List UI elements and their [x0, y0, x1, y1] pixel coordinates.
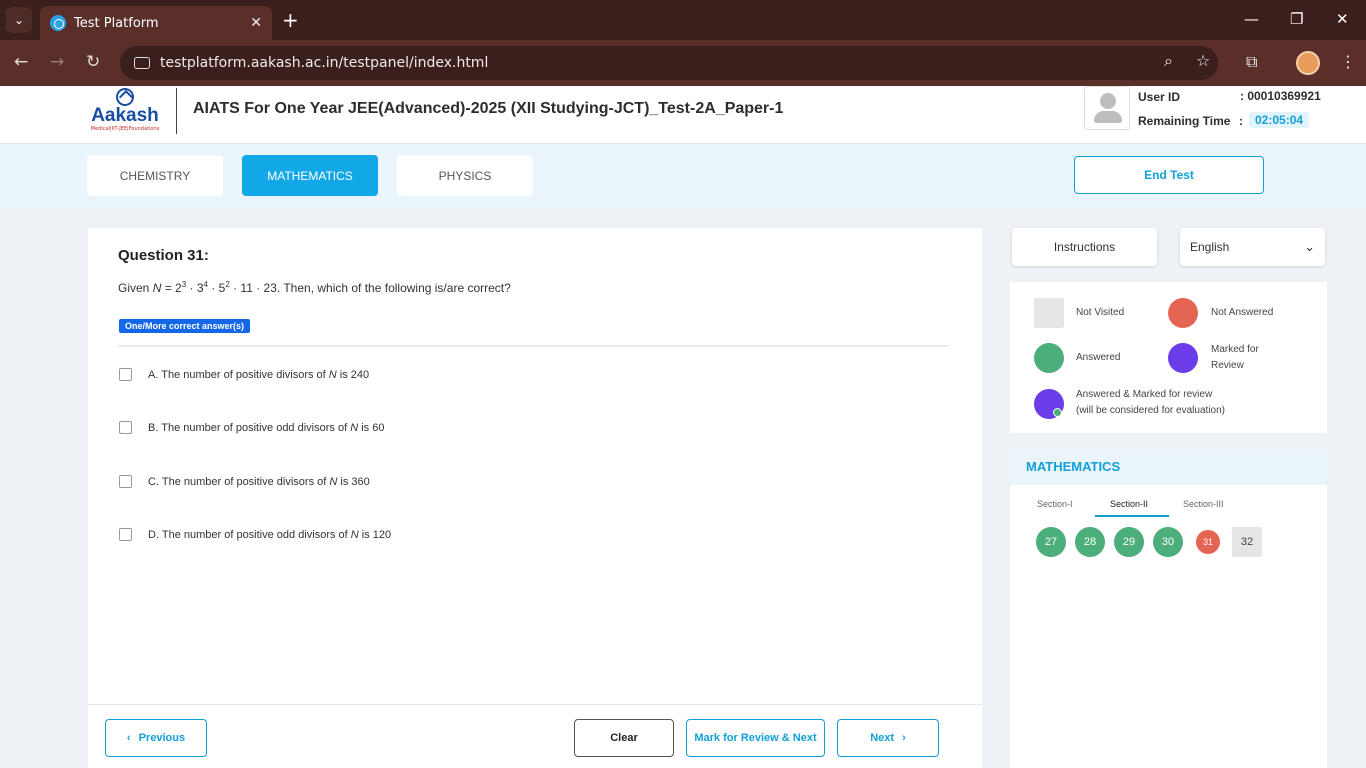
site-info-icon[interactable]: [134, 57, 150, 69]
question-button-31[interactable]: 31: [1196, 530, 1220, 554]
language-value: English: [1190, 240, 1230, 254]
active-section-underline: [1095, 515, 1169, 517]
question-divider: [118, 345, 949, 347]
menu-kebab-icon[interactable]: ⋮: [1340, 52, 1356, 71]
subject-tab-physics[interactable]: PHYSICS: [397, 155, 533, 196]
subject-tab-mathematics[interactable]: MATHEMATICS: [242, 155, 378, 196]
next-label: Next: [870, 732, 895, 744]
bookmark-star-icon[interactable]: ☆: [1196, 51, 1210, 70]
profile-avatar-icon[interactable]: [1296, 51, 1320, 75]
next-button[interactable]: Next ›: [837, 719, 939, 757]
logo-subtext: Medical|IIT-JEE|Foundations: [90, 126, 160, 132]
legend-marked-review: Marked for Review: [1211, 344, 1259, 371]
legend-not-answered: Not Answered: [1211, 307, 1274, 318]
new-tab-button[interactable]: +: [282, 8, 299, 32]
aakash-logo: Aakash Medical|IIT-JEE|Foundations: [86, 88, 164, 138]
remaining-time-colon: :: [1239, 114, 1243, 128]
question-panel: Question 31: Given N = 23 · 34 · 52 · 11…: [88, 228, 982, 704]
option-d-checkbox[interactable]: [119, 528, 132, 541]
option-b[interactable]: B. The number of positive odd divisors o…: [119, 421, 384, 434]
option-c-checkbox[interactable]: [119, 475, 132, 488]
restore-icon[interactable]: ❐: [1290, 10, 1303, 28]
question-button-32[interactable]: 32: [1232, 527, 1262, 557]
question-button-27[interactable]: 27: [1036, 527, 1066, 557]
section-tab-3[interactable]: Section-III: [1183, 499, 1224, 509]
section-tab-1[interactable]: Section-I: [1037, 499, 1073, 509]
back-icon[interactable]: ←: [14, 52, 28, 72]
logo-text: Aakash: [91, 105, 159, 126]
option-d[interactable]: D. The number of positive odd divisors o…: [119, 528, 391, 541]
section-tab-2[interactable]: Section-II: [1110, 499, 1148, 509]
reload-icon[interactable]: ↻: [86, 52, 100, 72]
extensions-icon[interactable]: ⧉: [1246, 52, 1257, 72]
mark-review-next-button[interactable]: Mark for Review & Next: [686, 719, 825, 757]
answered-icon: [1034, 343, 1064, 373]
remaining-time-label: Remaining Time: [1138, 114, 1231, 128]
chevron-left-icon: ‹: [126, 732, 131, 744]
not-answered-icon: [1168, 298, 1198, 328]
browser-toolbar: ← → ↻ testplatform.aakash.ac.in/testpane…: [0, 40, 1366, 86]
address-bar[interactable]: testplatform.aakash.ac.in/testpanel/inde…: [120, 46, 1218, 80]
logo-mark-icon: [116, 88, 134, 106]
option-a[interactable]: A. The number of positive divisors of N …: [119, 368, 369, 381]
not-visited-icon: [1034, 298, 1064, 328]
minimize-icon[interactable]: —: [1244, 10, 1259, 28]
page-header: Aakash Medical|IIT-JEE|Foundations AIATS…: [0, 86, 1366, 144]
palette-title: MATHEMATICS: [1010, 449, 1327, 485]
language-select[interactable]: English ⌄: [1180, 228, 1325, 266]
question-number: Question 31:: [118, 247, 209, 264]
tab-search-button[interactable]: ⌄: [6, 7, 32, 33]
subject-band: CHEMISTRY MATHEMATICS PHYSICS End Test: [0, 144, 1366, 208]
clear-button[interactable]: Clear: [574, 719, 674, 757]
question-text: Given N = 23 · 34 · 52 · 11 · 23. Then, …: [118, 280, 511, 295]
question-palette: MATHEMATICS Section-I Section-II Section…: [1010, 449, 1327, 768]
forward-icon[interactable]: →: [50, 52, 64, 72]
legend-answered: Answered: [1076, 352, 1121, 363]
option-c[interactable]: C. The number of positive divisors of N …: [119, 475, 370, 488]
previous-button[interactable]: ‹ Previous: [105, 719, 207, 757]
tab-title: Test Platform: [74, 15, 159, 31]
status-legend: Not Visited Not Answered Answered Marked…: [1010, 282, 1327, 433]
question-button-30[interactable]: 30: [1153, 527, 1183, 557]
marked-review-icon: [1168, 343, 1198, 373]
chevron-right-icon: ›: [902, 732, 906, 744]
question-button-29[interactable]: 29: [1114, 527, 1144, 557]
browser-tab[interactable]: Test Platform ✕: [40, 6, 272, 40]
instructions-button[interactable]: Instructions: [1012, 228, 1157, 266]
user-id-label: User ID: [1138, 90, 1181, 104]
answered-marked-icon: [1034, 389, 1064, 419]
option-b-label: B. The number of positive odd divisors o…: [148, 421, 385, 434]
option-c-label: C. The number of positive divisors of N …: [148, 475, 370, 488]
option-a-checkbox[interactable]: [119, 368, 132, 381]
answer-type-badge: One/More correct answer(s): [119, 319, 251, 333]
chevron-down-icon: ⌄: [1304, 239, 1315, 254]
zoom-icon[interactable]: ⌕: [1164, 51, 1173, 71]
previous-label: Previous: [138, 732, 186, 744]
header-divider: [176, 88, 177, 134]
legend-not-visited: Not Visited: [1076, 307, 1125, 318]
remaining-time-value: 02:05:04: [1249, 112, 1310, 128]
question-button-28[interactable]: 28: [1075, 527, 1105, 557]
browser-titlebar: ⌄ Test Platform ✕ + — ❐ ✕: [0, 0, 1366, 40]
user-id-value: : 00010369921: [1240, 89, 1321, 103]
bottom-action-bar: ‹ Previous Clear Mark for Review & Next …: [88, 704, 982, 768]
tab-close-icon[interactable]: ✕: [250, 15, 262, 31]
end-test-button[interactable]: End Test: [1074, 156, 1264, 194]
legend-answered-marked: Answered & Marked for review (will be con…: [1076, 389, 1225, 416]
close-window-icon[interactable]: ✕: [1336, 10, 1349, 28]
test-title: AIATS For One Year JEE(Advanced)-2025 (X…: [193, 100, 784, 117]
favicon-icon: [50, 15, 66, 31]
option-a-label: A. The number of positive divisors of N …: [148, 368, 370, 381]
option-b-checkbox[interactable]: [119, 421, 132, 434]
user-avatar-icon: [1084, 86, 1130, 130]
url-text: testplatform.aakash.ac.in/testpanel/inde…: [160, 55, 489, 71]
subject-tab-chemistry[interactable]: CHEMISTRY: [87, 155, 223, 196]
option-d-label: D. The number of positive odd divisors o…: [148, 528, 392, 541]
